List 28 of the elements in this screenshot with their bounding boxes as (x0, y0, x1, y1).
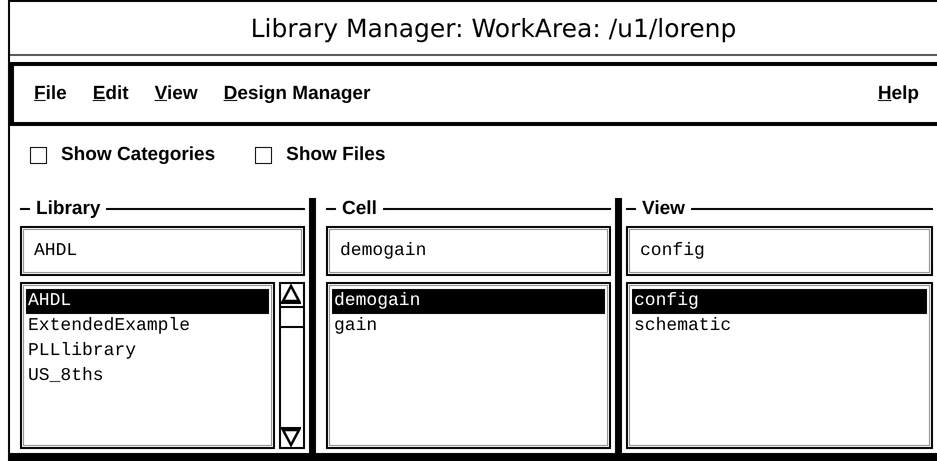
list-item[interactable]: US_8ths (26, 364, 269, 389)
checkbox[interactable] (255, 146, 272, 164)
checkbox[interactable] (30, 146, 47, 164)
list-item[interactable]: PLLlibrary (26, 339, 269, 364)
scrollbar[interactable] (279, 282, 305, 449)
list-item[interactable]: gain (332, 314, 605, 339)
scroll-down-icon[interactable] (281, 427, 301, 447)
menu-item[interactable]: Help (878, 83, 919, 105)
window-title: Library Manager: WorkArea: /u1/lorenp (250, 14, 736, 42)
checkbox-label: Show Categories (61, 144, 216, 166)
menu-item[interactable]: Design Manager (224, 83, 370, 105)
list-item[interactable]: demogain (332, 289, 605, 314)
menu-item[interactable]: File (34, 83, 67, 105)
scroll-up-icon[interactable] (281, 284, 301, 304)
list-item[interactable]: config (632, 289, 927, 314)
checkbox-label: Show Files (286, 144, 386, 166)
group-label: View (642, 198, 685, 220)
scroll-thumb[interactable] (281, 306, 303, 328)
name-field[interactable]: demogain (326, 226, 611, 276)
list-item[interactable]: AHDL (26, 289, 269, 314)
menu-item[interactable]: View (154, 83, 198, 105)
group-label: Library (36, 198, 100, 220)
name-field[interactable]: AHDL (20, 226, 305, 276)
name-field[interactable]: config (626, 226, 933, 276)
list-item[interactable]: ExtendedExample (26, 314, 269, 339)
menu-item[interactable]: Edit (92, 83, 129, 105)
group-label: Cell (342, 198, 377, 220)
list-item[interactable]: schematic (632, 314, 927, 339)
